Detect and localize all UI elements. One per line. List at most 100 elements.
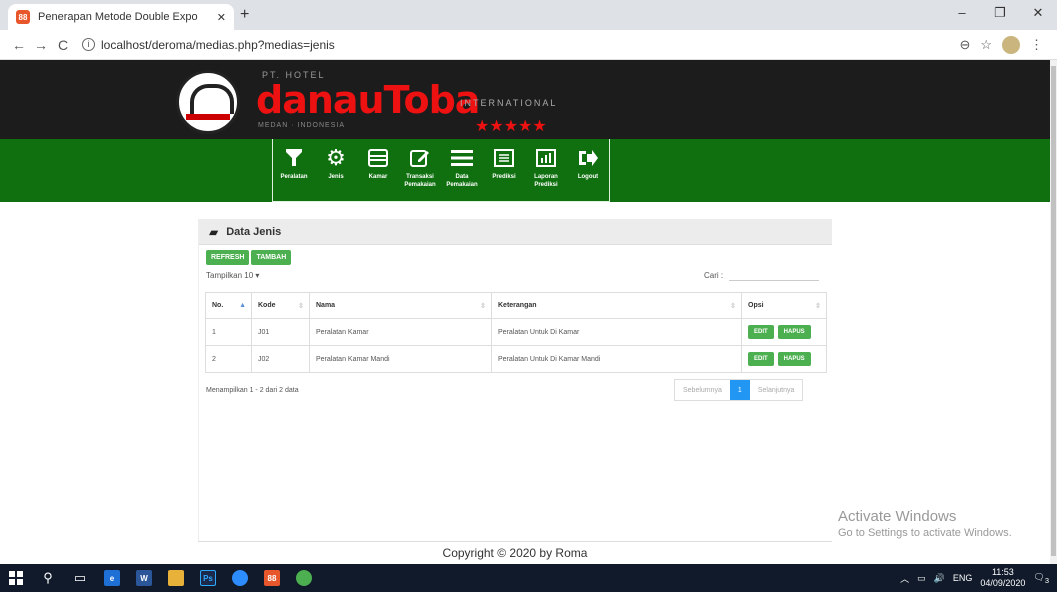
list-icon [451, 143, 473, 173]
sort-asc-icon: ▲ [239, 302, 246, 309]
table-row: 2 J02 Peralatan Kamar Mandi Peralatan Un… [205, 345, 827, 373]
logout-icon [578, 143, 598, 173]
nav-logout[interactable]: Logout [567, 139, 609, 201]
word-icon[interactable]: W [128, 564, 160, 592]
brand-tagline: MEDAN · INDONESIA [258, 122, 346, 129]
nav-label: Transaksi Pemakaian [404, 174, 436, 188]
tray-chevron-icon[interactable]: ︿ [900, 572, 909, 585]
refresh-button[interactable]: REFRESH [206, 250, 250, 265]
close-tab-icon[interactable]: ✕ [217, 11, 226, 24]
site-banner: PT. HOTEL danauToba INTERNATIONAL MEDAN … [0, 60, 1050, 139]
prev-page-button[interactable]: Sebelumnya [675, 380, 730, 400]
url-field[interactable]: i localhost/deroma/medias.php?medias=jen… [82, 38, 959, 52]
page-scrollbar[interactable] [1050, 60, 1057, 564]
jenis-table: No. ▲ Kode ⇳ Nama ⇳ Keterangan ⇳ Opsi ⇳ 1 J01… [205, 292, 827, 373]
notification-count: 3 [1044, 575, 1049, 585]
star-icon[interactable]: ☆ [980, 37, 992, 53]
list-alt-icon [494, 143, 514, 173]
xampp-icon[interactable]: 88 [256, 564, 288, 592]
nav-prediksi[interactable]: Prediksi [483, 139, 525, 201]
main-nav: Peralatan ⚙ Jenis Kamar Transaksi Pemaka… [272, 139, 610, 202]
page-1-button[interactable]: 1 [729, 380, 750, 400]
edit-button[interactable]: EDIT [748, 325, 774, 339]
pagination: Sebelumnya 1 Selanjutnya [674, 379, 804, 401]
sort-icon: ⇳ [480, 303, 486, 310]
hotel-logo [176, 70, 240, 134]
nav-label: Laporan Prediksi [534, 174, 558, 188]
nav-label: Logout [577, 174, 599, 180]
close-window-icon[interactable]: ✕ [1019, 0, 1057, 30]
edge-icon[interactable]: e [96, 564, 128, 592]
column-header-no[interactable]: No. ▲ [205, 292, 252, 319]
column-header-kode[interactable]: Kode ⇳ [251, 292, 310, 319]
sort-icon: ⇳ [298, 303, 304, 310]
clock-time: 11:53 [991, 567, 1014, 577]
task-view-icon[interactable]: ▭ [64, 564, 96, 592]
search-input[interactable] [729, 270, 820, 281]
cell-no: 1 [205, 318, 252, 346]
windows-start-icon[interactable] [0, 564, 32, 592]
info-icon[interactable]: i [82, 38, 95, 51]
panel-actions: REFRESH TAMBAH [206, 250, 292, 265]
zoom-icon[interactable]: ⊖ [959, 37, 970, 53]
back-arrow-icon[interactable]: ← [8, 37, 30, 53]
cell-keterangan: Peralatan Untuk Di Kamar Mandi [491, 345, 742, 373]
delete-button[interactable]: HAPUS [777, 325, 811, 339]
sort-icon: ⇳ [730, 303, 736, 310]
sort-icon: ⇳ [815, 303, 821, 310]
system-tray: ︿ ▭ 🔊 ENG 11:53 04/09/2020 🗨3 [900, 564, 1049, 592]
next-page-button[interactable]: Selanjutnya [750, 380, 803, 400]
column-header-keterangan[interactable]: Keterangan ⇳ [491, 292, 742, 319]
book-icon: ▰ [209, 224, 219, 239]
battery-icon[interactable]: ▭ [917, 573, 926, 584]
watermark-title: Activate Windows [838, 508, 957, 525]
browser-tab[interactable]: 88 Penerapan Metode Double Expo ✕ [8, 4, 234, 30]
watermark-subtitle: Go to Settings to activate Windows. [838, 527, 1012, 539]
address-bar: ← → C i localhost/deroma/medias.php?medi… [0, 30, 1057, 60]
add-button[interactable]: TAMBAH [251, 250, 292, 265]
chart-icon [536, 143, 556, 173]
nav-jenis[interactable]: ⚙ Jenis [315, 139, 357, 201]
language-indicator[interactable]: ENG [953, 573, 973, 583]
cell-opsi: EDIT HAPUS [741, 345, 827, 373]
browser-tabbar: 88 Penerapan Metode Double Expo ✕ + – ❐ … [0, 0, 1057, 30]
new-tab-icon[interactable]: + [240, 6, 249, 24]
volume-icon[interactable]: 🔊 [934, 573, 945, 584]
reload-icon[interactable]: C [52, 37, 74, 53]
windows-taskbar: ⚲ ▭ e W Ps 88 ︿ ▭ 🔊 ENG 11:53 04/09/2020… [0, 564, 1057, 592]
footer-copyright: Copyright © 2020 by Roma [198, 541, 832, 564]
cell-nama: Peralatan Kamar [309, 318, 492, 346]
data-jenis-panel: ▰ Data Jenis REFRESH TAMBAH Tampilkan 10… [198, 219, 832, 564]
forward-arrow-icon[interactable]: → [30, 37, 52, 53]
edit-icon [410, 143, 430, 173]
restore-icon[interactable]: ❐ [981, 0, 1019, 30]
nav-transaksi-pemakaian[interactable]: Transaksi Pemakaian [399, 139, 441, 201]
profile-avatar[interactable] [1002, 35, 1020, 54]
nav-peralatan[interactable]: Peralatan [273, 139, 315, 201]
cell-opsi: EDIT HAPUS [741, 318, 827, 346]
zoom-app-icon[interactable] [224, 564, 256, 592]
search-icon[interactable]: ⚲ [32, 564, 64, 592]
menu-icon[interactable]: ⋮ [1030, 37, 1043, 53]
nav-laporan-prediksi[interactable]: Laporan Prediksi [525, 139, 567, 201]
notification-icon[interactable]: 🗨3 [1033, 572, 1049, 585]
edit-button[interactable]: EDIT [748, 352, 774, 366]
photoshop-icon[interactable]: Ps [192, 564, 224, 592]
cell-nama: Peralatan Kamar Mandi [309, 345, 492, 373]
clock[interactable]: 11:53 04/09/2020 [980, 567, 1025, 589]
url-text: localhost/deroma/medias.php?medias=jenis [101, 37, 335, 52]
chrome-icon[interactable] [288, 564, 320, 592]
column-header-nama[interactable]: Nama ⇳ [309, 292, 492, 319]
brand-international: INTERNATIONAL [460, 98, 558, 108]
nav-kamar[interactable]: Kamar [357, 139, 399, 201]
delete-button[interactable]: HAPUS [777, 352, 811, 366]
column-header-opsi[interactable]: Opsi ⇳ [741, 292, 827, 319]
brand-name: danauToba [256, 78, 480, 122]
cell-keterangan: Peralatan Untuk Di Kamar [491, 318, 742, 346]
cell-no: 2 [205, 345, 252, 373]
minimize-icon[interactable]: – [943, 0, 981, 30]
nav-label: Kamar [368, 174, 388, 180]
file-explorer-icon[interactable] [160, 564, 192, 592]
page-length-select[interactable]: Tampilkan 10 ▾ [206, 271, 259, 280]
nav-data-pemakaian[interactable]: Data Pemakaian [441, 139, 483, 201]
